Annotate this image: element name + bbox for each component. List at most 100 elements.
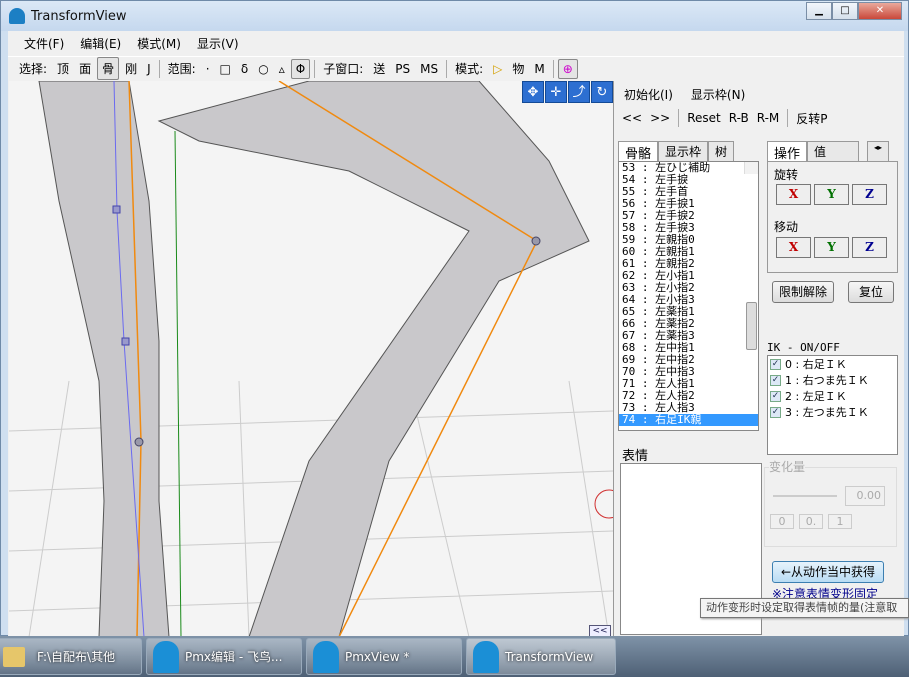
reset-button[interactable]: Reset <box>687 111 721 125</box>
pan-icon[interactable]: ✛ <box>545 81 567 103</box>
bone-tool-icon[interactable]: ⤴ <box>568 81 590 103</box>
subwin-ps[interactable]: PS <box>391 60 414 78</box>
app-icon <box>473 640 499 673</box>
mode-physics[interactable]: 物 <box>508 58 528 79</box>
3d-viewport[interactable]: ✥ ✛ ⤴ ↻ << <box>9 81 613 637</box>
checkbox[interactable]: ✓ <box>770 390 781 402</box>
rotate-y-button[interactable]: Y <box>814 184 849 205</box>
crosshair-icon[interactable]: ⊕ <box>557 58 578 79</box>
client-area: 文件(F) 编辑(E) 模式(M) 显示(V) 选择: 顶 面 骨 刚 J 范围… <box>8 31 904 637</box>
menu-display-frame[interactable]: 显示枠(N) <box>691 86 745 103</box>
menu-view[interactable]: 显示(V) <box>189 35 247 52</box>
select-joint[interactable]: J <box>143 60 155 78</box>
task-label: Pmx编辑 - 飞鸟... <box>185 650 283 664</box>
window-title: TransformView <box>31 8 127 24</box>
close-button[interactable]: ✕ <box>858 2 902 20</box>
divider <box>787 109 789 127</box>
ik-list: ✓ 0 : 右足ＩＫ ✓ 1 : 右つま先ＩＫ ✓ 2 : 左足ＩＫ ✓ 3 : 左つま先ＩＫ <box>767 355 898 455</box>
mode-label: 模式: <box>455 62 484 76</box>
ik-item[interactable]: ✓ 0 : 右足ＩＫ <box>768 356 897 372</box>
minimize-button[interactable]: ▁ <box>806 2 832 20</box>
next-button[interactable]: >> <box>650 111 670 125</box>
menu-init[interactable]: 初始化(I) <box>624 86 673 103</box>
play-icon[interactable]: ▷ <box>489 60 506 78</box>
range-point[interactable]: · <box>202 60 214 78</box>
main-window: TransformView ▁ □ ✕ 文件(F) 编辑(E) 模式(M) 显示… <box>0 0 909 637</box>
variation-value[interactable]: 0.00 <box>845 486 885 506</box>
scroll-thumb[interactable] <box>746 302 757 350</box>
select-face[interactable]: 面 <box>75 58 95 79</box>
tab-display-frame[interactable]: 显示枠 <box>658 141 709 163</box>
divider <box>446 59 448 78</box>
move-z-button[interactable]: Z <box>852 237 887 258</box>
set-half-button[interactable]: 0. <box>799 514 823 529</box>
checkbox[interactable]: ✓ <box>770 406 781 418</box>
task-label: TransformView <box>505 649 594 664</box>
view-tools: ✥ ✛ ⤴ ↻ <box>522 81 613 103</box>
taskbar-pmxview[interactable]: PmxView * <box>306 638 462 675</box>
maximize-button[interactable]: □ <box>832 2 858 20</box>
tab-value[interactable]: 值 <box>807 141 860 163</box>
select-vertex[interactable]: 顶 <box>53 58 73 79</box>
range-rect[interactable]: □ <box>216 60 235 78</box>
select-bone[interactable]: 骨 <box>97 57 120 80</box>
flip-pose-button[interactable]: 反转P <box>796 110 827 127</box>
range-circle[interactable]: ○ <box>254 60 272 78</box>
ik-item[interactable]: ✓ 3 : 左つま先ＩＫ <box>768 404 897 420</box>
ik-label: 2 : 左足ＩＫ <box>785 390 847 403</box>
rotate-z-button[interactable]: Z <box>852 184 887 205</box>
tab-bones[interactable]: 骨骼 <box>618 141 659 163</box>
menu-edit[interactable]: 编辑(E) <box>72 35 129 52</box>
rb-button[interactable]: R-B <box>729 111 749 125</box>
mode-m[interactable]: M <box>530 60 548 78</box>
move-x-button[interactable]: X <box>776 237 811 258</box>
move-label: 移动 <box>774 220 799 234</box>
taskbar-explorer[interactable]: F:\自配布\其他 <box>0 638 142 675</box>
menu-file[interactable]: 文件(F) <box>16 35 72 52</box>
ik-item[interactable]: ✓ 1 : 右つま先ＩＫ <box>768 372 897 388</box>
expression-label: 表情 <box>622 449 649 464</box>
tab-operation[interactable]: 操作 <box>767 141 808 163</box>
task-label: PmxView * <box>345 649 410 664</box>
taskbar-pmx-editor[interactable]: Pmx编辑 - 飞鸟... <box>146 638 302 675</box>
scrollbar[interactable] <box>744 162 758 350</box>
set-zero-button[interactable]: 0 <box>770 514 794 529</box>
rm-button[interactable]: R-M <box>757 111 780 125</box>
title-bar[interactable]: TransformView ▁ □ ✕ <box>1 1 908 31</box>
set-one-button[interactable]: 1 <box>828 514 852 529</box>
range-label: 范围: <box>167 62 196 76</box>
subwin-ms[interactable]: MS <box>416 60 442 78</box>
variation-slider[interactable] <box>773 495 837 497</box>
unlock-button[interactable]: 限制解除 <box>772 281 834 303</box>
bone-list[interactable]: 53 : 左ひじ補助 54 : 左手捩 55 : 左手首 56 : 左手捩1 57 : … <box>618 161 759 431</box>
divider <box>552 59 554 78</box>
move-view-icon[interactable]: ✥ <box>522 81 544 103</box>
tab-scroll-arrows[interactable]: ◂▸ <box>867 141 890 163</box>
ik-item[interactable]: ✓ 2 : 左足ＩＫ <box>768 388 897 404</box>
prev-button[interactable]: << <box>622 111 642 125</box>
move-y-button[interactable]: Y <box>814 237 849 258</box>
task-label: F:\自配布\其他 <box>37 650 116 664</box>
subwindow-label: 子窗口: <box>323 62 364 76</box>
rotate-view-icon[interactable]: ↻ <box>591 81 613 103</box>
fetch-from-motion-button[interactable]: ←从动作当中获得 <box>772 561 884 583</box>
checkbox[interactable]: ✓ <box>770 374 781 386</box>
range-triangle[interactable]: ▵ <box>275 60 289 78</box>
menu-mode[interactable]: 模式(M) <box>129 35 189 52</box>
variation-group: 变化量 0.00 0 0. 1 <box>764 458 897 547</box>
taskbar: F:\自配布\其他 Pmx编辑 - 飞鸟... PmxView * Transf… <box>0 636 909 677</box>
checkbox[interactable]: ✓ <box>770 358 781 370</box>
rotate-x-button[interactable]: X <box>776 184 811 205</box>
ik-label: 0 : 右足ＩＫ <box>785 358 847 371</box>
reset-position-button[interactable]: 复位 <box>848 281 894 303</box>
taskbar-transformview[interactable]: TransformView <box>466 638 616 675</box>
range-delta[interactable]: δ <box>237 60 252 78</box>
subwin-send[interactable]: 送 <box>369 58 389 79</box>
range-phi[interactable]: Φ <box>290 58 311 79</box>
bone-item[interactable]: 74 : 右足IK親 <box>619 414 758 426</box>
app-icon <box>153 640 179 673</box>
select-rigid[interactable]: 刚 <box>121 58 141 79</box>
app-icon <box>313 640 339 673</box>
tab-tree[interactable]: 树 <box>708 141 735 163</box>
toolbar: 选择: 顶 面 骨 刚 J 范围: · □ δ ○ ▵ Φ 子窗口: 送 PS … <box>8 56 904 80</box>
